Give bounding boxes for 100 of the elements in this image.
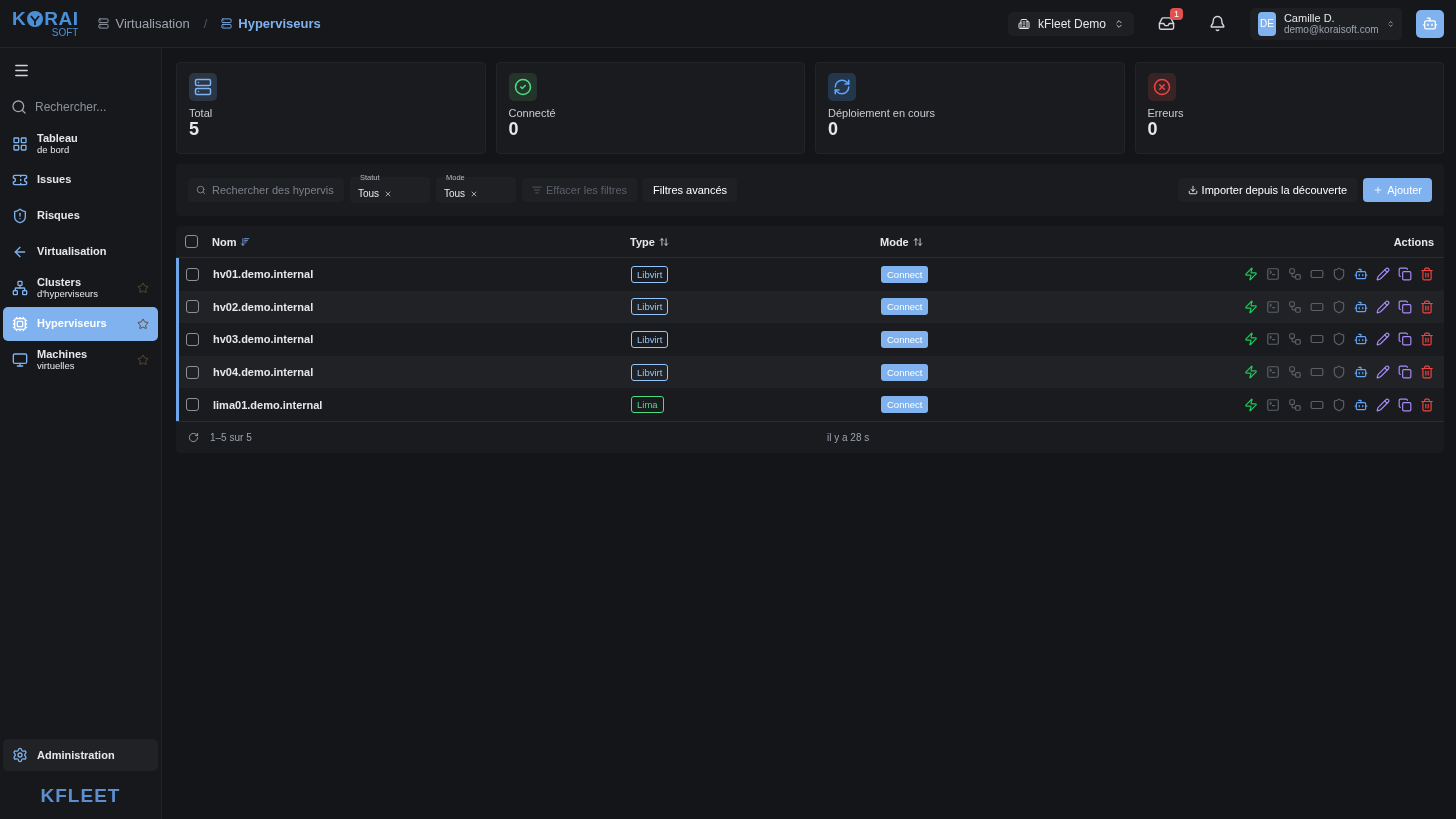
- star-icon[interactable]: [137, 354, 149, 366]
- server-icon: [221, 18, 233, 29]
- robot-icon[interactable]: [1354, 332, 1368, 347]
- checkbox[interactable]: [186, 365, 199, 379]
- user-email: demo@koraisoft.com: [1283, 24, 1379, 35]
- type-tag: Lima: [631, 396, 664, 414]
- checkbox[interactable]: [186, 267, 199, 281]
- building-icon: [1017, 17, 1030, 30]
- trash-icon[interactable]: [1420, 365, 1434, 380]
- copy-icon[interactable]: [1398, 299, 1412, 314]
- robot-icon[interactable]: [1354, 299, 1368, 314]
- search-field[interactable]: Rechercher des hypervis: [188, 178, 344, 202]
- import-button[interactable]: Importer depuis la découverte: [1177, 178, 1358, 202]
- column-header[interactable]: Mode: [880, 235, 909, 248]
- search-icon: [11, 99, 27, 115]
- table-cell-text: hv03.demo.internal: [213, 333, 315, 346]
- type-tag: Libvirt: [631, 331, 669, 348]
- checkbox[interactable]: [186, 300, 199, 314]
- mode-tag: Connect: [881, 265, 929, 283]
- column-header[interactable]: Type: [630, 235, 655, 248]
- pencil-icon[interactable]: [1376, 267, 1390, 282]
- trash-icon[interactable]: [1420, 332, 1434, 347]
- mode-tag: Connect: [881, 298, 929, 316]
- trash-icon[interactable]: [1420, 397, 1434, 412]
- column-header: Actions: [1392, 235, 1435, 248]
- robot-icon: [1422, 15, 1438, 32]
- breadcrumb-link[interactable]: Virtualisation: [98, 16, 190, 31]
- star-icon[interactable]: [137, 318, 149, 330]
- sort-icon[interactable]: [912, 236, 923, 247]
- sidebar-item[interactable]: Machines virtuelles: [3, 343, 158, 377]
- chip-icon: [12, 316, 28, 332]
- lightning-icon[interactable]: [1244, 299, 1258, 314]
- stat-label: Connecté: [508, 107, 557, 119]
- sidebar-item[interactable]: Tableau de bord: [3, 127, 158, 161]
- brand-logo: KFLEET: [39, 784, 122, 808]
- copy-icon[interactable]: [1398, 332, 1412, 347]
- shield-icon: [12, 208, 28, 224]
- lightning-icon[interactable]: [1244, 397, 1258, 412]
- table-cell-text: lima01.demo.internal: [213, 398, 324, 411]
- server-icon: [98, 18, 110, 29]
- type-tag: Libvirt: [631, 298, 669, 316]
- mode-tag: Connect: [881, 363, 929, 381]
- sidebar-item[interactable]: Virtualisation: [3, 235, 158, 269]
- chevron-icon: [1386, 18, 1394, 29]
- mode-tag: Connect: [881, 331, 929, 348]
- refresh-icon: [828, 73, 856, 101]
- stat-value: 0: [508, 119, 520, 140]
- checkbox[interactable]: [186, 398, 199, 412]
- sidebar-item[interactable]: Risques: [3, 199, 158, 233]
- user-name: Camille D.: [1283, 12, 1336, 24]
- checkbox[interactable]: [186, 333, 199, 346]
- grid-icon: [12, 136, 28, 152]
- notification-badge: 1: [1170, 8, 1183, 20]
- sort-icon[interactable]: [240, 236, 251, 247]
- pencil-icon[interactable]: [1376, 365, 1390, 380]
- stat-value: 0: [1147, 119, 1159, 140]
- robot-icon[interactable]: [1354, 397, 1368, 412]
- copy-icon[interactable]: [1398, 397, 1412, 412]
- sidebar-item[interactable]: Administration: [3, 739, 158, 771]
- checkbox[interactable]: [185, 235, 198, 248]
- mode-tag: Connect: [881, 396, 929, 414]
- row-count: 1–5 sur 5: [210, 431, 253, 443]
- network-icon: [12, 280, 28, 296]
- column-header[interactable]: Nom: [212, 235, 237, 248]
- trash-icon[interactable]: [1420, 267, 1434, 282]
- lightning-icon[interactable]: [1244, 365, 1258, 380]
- sort-icon[interactable]: [658, 236, 669, 247]
- pencil-icon[interactable]: [1376, 397, 1390, 412]
- breadcrumb-separator: /: [203, 16, 208, 31]
- breadcrumb-link[interactable]: Hyperviseurs: [221, 16, 321, 31]
- robot-button[interactable]: [1416, 9, 1444, 38]
- sidebar-item[interactable]: Issues: [3, 163, 158, 197]
- refresh-icon[interactable]: [188, 431, 199, 443]
- monitor-icon: [12, 352, 28, 368]
- trash-icon[interactable]: [1420, 299, 1434, 314]
- pencil-icon[interactable]: [1376, 332, 1390, 347]
- robot-icon[interactable]: [1354, 267, 1368, 282]
- sidebar-item[interactable]: Clusters d'hyperviseurs: [3, 271, 158, 305]
- table-cell-text: hv04.demo.internal: [213, 366, 315, 379]
- menu-icon: [13, 62, 30, 79]
- updated-time: il y a 28 s: [827, 431, 871, 443]
- copy-icon[interactable]: [1398, 365, 1412, 380]
- lightning-icon[interactable]: [1244, 332, 1258, 347]
- close-icon[interactable]: [384, 189, 393, 198]
- stat-label: Déploiement en cours: [828, 107, 936, 119]
- plus-icon: [1373, 185, 1384, 195]
- copy-icon[interactable]: [1398, 267, 1412, 282]
- advanced-filters-button[interactable]: Filtres avancés: [643, 178, 738, 202]
- stat-value: 5: [189, 119, 200, 140]
- tenant-selector[interactable]: kFleet Demo: [1007, 11, 1134, 36]
- lightning-icon[interactable]: [1244, 267, 1258, 282]
- pencil-icon[interactable]: [1376, 299, 1390, 314]
- star-icon[interactable]: [137, 282, 149, 294]
- table-cell-text: hv01.demo.internal: [213, 268, 315, 281]
- logo: K RAI SOFT: [12, 9, 79, 38]
- close-icon[interactable]: [470, 189, 479, 198]
- robot-icon[interactable]: [1354, 365, 1368, 380]
- filter-icon: [532, 185, 542, 195]
- search-field[interactable]: Rechercher...: [33, 99, 143, 115]
- stat-value: 0: [828, 119, 839, 140]
